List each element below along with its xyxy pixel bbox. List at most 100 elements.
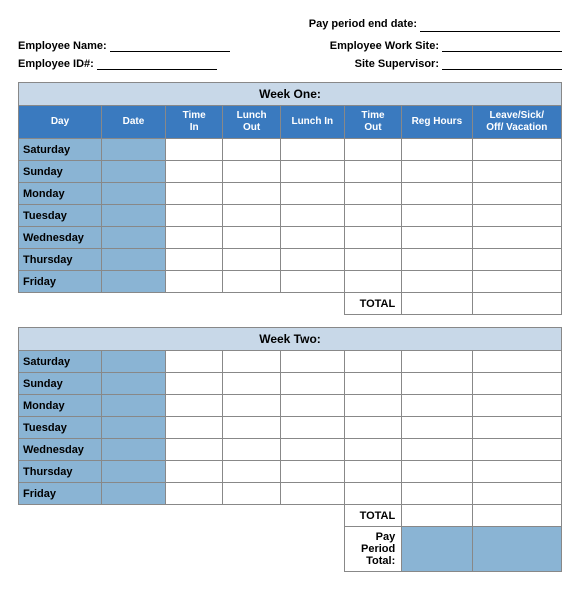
lunchout-monday-2[interactable]	[223, 395, 280, 417]
reghours-tuesday-1[interactable]	[402, 205, 472, 227]
lunchout-friday-2[interactable]	[223, 483, 280, 505]
leave-friday-2[interactable]	[472, 483, 562, 505]
date-thursday-1[interactable]	[102, 249, 166, 271]
lunchin-thursday-2[interactable]	[280, 461, 344, 483]
date-friday-2[interactable]	[102, 483, 166, 505]
leave-thursday-1[interactable]	[472, 249, 562, 271]
timeout-thursday-2[interactable]	[344, 461, 401, 483]
timeout-friday-2[interactable]	[344, 483, 401, 505]
reghours-monday-1[interactable]	[402, 183, 472, 205]
leave-saturday-1[interactable]	[472, 139, 562, 161]
site-supervisor-field[interactable]	[442, 56, 562, 70]
date-wednesday-2[interactable]	[102, 439, 166, 461]
leave-wednesday-2[interactable]	[472, 439, 562, 461]
lunchout-saturday-2[interactable]	[223, 351, 280, 373]
timein-friday-2[interactable]	[165, 483, 222, 505]
timeout-wednesday-2[interactable]	[344, 439, 401, 461]
lunchin-wednesday-2[interactable]	[280, 439, 344, 461]
pay-period-field[interactable]	[420, 18, 560, 32]
date-sunday-1[interactable]	[102, 161, 166, 183]
reghours-saturday-1[interactable]	[402, 139, 472, 161]
timeout-monday-1[interactable]	[344, 183, 401, 205]
timeout-monday-2[interactable]	[344, 395, 401, 417]
leave-tuesday-1[interactable]	[472, 205, 562, 227]
lunchin-wednesday-1[interactable]	[280, 227, 344, 249]
reghours-sunday-2[interactable]	[402, 373, 472, 395]
week-two-total-reghours[interactable]	[402, 505, 472, 527]
reghours-friday-1[interactable]	[402, 271, 472, 293]
lunchout-thursday-1[interactable]	[223, 249, 280, 271]
timeout-saturday-2[interactable]	[344, 351, 401, 373]
leave-monday-2[interactable]	[472, 395, 562, 417]
date-monday-2[interactable]	[102, 395, 166, 417]
leave-tuesday-2[interactable]	[472, 417, 562, 439]
timein-thursday-2[interactable]	[165, 461, 222, 483]
date-thursday-2[interactable]	[102, 461, 166, 483]
reghours-wednesday-2[interactable]	[402, 439, 472, 461]
timein-wednesday-1[interactable]	[165, 227, 222, 249]
week-one-total-reghours[interactable]	[402, 293, 472, 315]
leave-wednesday-1[interactable]	[472, 227, 562, 249]
timeout-sunday-1[interactable]	[344, 161, 401, 183]
timein-friday-1[interactable]	[165, 271, 222, 293]
lunchout-thursday-2[interactable]	[223, 461, 280, 483]
reghours-wednesday-1[interactable]	[402, 227, 472, 249]
pay-period-total-reghours[interactable]	[402, 527, 472, 572]
lunchout-friday-1[interactable]	[223, 271, 280, 293]
timeout-friday-1[interactable]	[344, 271, 401, 293]
timein-wednesday-2[interactable]	[165, 439, 222, 461]
timein-tuesday-1[interactable]	[165, 205, 222, 227]
lunchout-sunday-1[interactable]	[223, 161, 280, 183]
leave-friday-1[interactable]	[472, 271, 562, 293]
timein-thursday-1[interactable]	[165, 249, 222, 271]
reghours-saturday-2[interactable]	[402, 351, 472, 373]
pay-period-total-leave[interactable]	[472, 527, 562, 572]
date-sunday-2[interactable]	[102, 373, 166, 395]
reghours-tuesday-2[interactable]	[402, 417, 472, 439]
timeout-wednesday-1[interactable]	[344, 227, 401, 249]
leave-sunday-2[interactable]	[472, 373, 562, 395]
lunchout-wednesday-1[interactable]	[223, 227, 280, 249]
lunchout-wednesday-2[interactable]	[223, 439, 280, 461]
lunchin-monday-1[interactable]	[280, 183, 344, 205]
employee-worksite-field[interactable]	[442, 38, 562, 52]
reghours-monday-2[interactable]	[402, 395, 472, 417]
week-one-total-leave[interactable]	[472, 293, 562, 315]
timeout-thursday-1[interactable]	[344, 249, 401, 271]
lunchout-tuesday-2[interactable]	[223, 417, 280, 439]
lunchin-tuesday-2[interactable]	[280, 417, 344, 439]
date-tuesday-2[interactable]	[102, 417, 166, 439]
lunchin-tuesday-1[interactable]	[280, 205, 344, 227]
lunchout-saturday-1[interactable]	[223, 139, 280, 161]
reghours-sunday-1[interactable]	[402, 161, 472, 183]
reghours-friday-2[interactable]	[402, 483, 472, 505]
lunchout-tuesday-1[interactable]	[223, 205, 280, 227]
reghours-thursday-1[interactable]	[402, 249, 472, 271]
timein-monday-1[interactable]	[165, 183, 222, 205]
employee-name-field[interactable]	[110, 38, 230, 52]
timeout-tuesday-2[interactable]	[344, 417, 401, 439]
leave-sunday-1[interactable]	[472, 161, 562, 183]
timeout-sunday-2[interactable]	[344, 373, 401, 395]
timeout-saturday-1[interactable]	[344, 139, 401, 161]
timeout-tuesday-1[interactable]	[344, 205, 401, 227]
lunchout-sunday-2[interactable]	[223, 373, 280, 395]
date-saturday-1[interactable]	[102, 139, 166, 161]
timein-tuesday-2[interactable]	[165, 417, 222, 439]
timein-monday-2[interactable]	[165, 395, 222, 417]
leave-monday-1[interactable]	[472, 183, 562, 205]
lunchin-thursday-1[interactable]	[280, 249, 344, 271]
date-saturday-2[interactable]	[102, 351, 166, 373]
lunchin-sunday-1[interactable]	[280, 161, 344, 183]
timein-saturday-1[interactable]	[165, 139, 222, 161]
week-two-total-leave[interactable]	[472, 505, 562, 527]
lunchin-saturday-2[interactable]	[280, 351, 344, 373]
date-wednesday-1[interactable]	[102, 227, 166, 249]
leave-saturday-2[interactable]	[472, 351, 562, 373]
lunchin-friday-2[interactable]	[280, 483, 344, 505]
date-tuesday-1[interactable]	[102, 205, 166, 227]
lunchin-monday-2[interactable]	[280, 395, 344, 417]
timein-saturday-2[interactable]	[165, 351, 222, 373]
date-monday-1[interactable]	[102, 183, 166, 205]
lunchin-sunday-2[interactable]	[280, 373, 344, 395]
